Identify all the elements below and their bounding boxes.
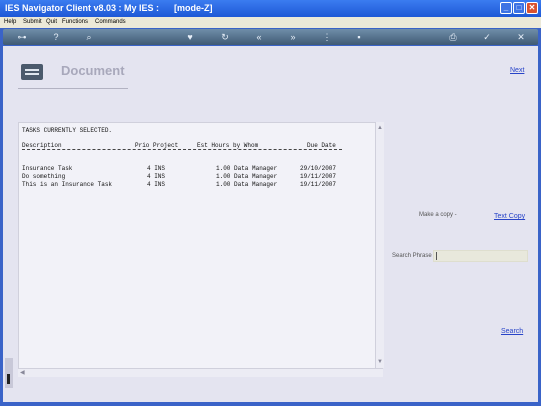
row-prio-project: 4 INS <box>147 181 166 188</box>
document-icon <box>21 64 43 80</box>
search-label: Search Phrase <box>392 253 432 259</box>
col-description: Description <box>22 142 62 149</box>
horizontal-scrollbar[interactable]: ◀ <box>18 368 383 377</box>
menu-commands[interactable]: Commands <box>95 19 126 25</box>
scroll-up-icon[interactable]: ▲ <box>376 124 384 132</box>
row-description: This is an Insurance Task <box>22 181 113 188</box>
maximize-button[interactable]: □ <box>513 2 525 14</box>
print-icon[interactable]: ⎙ <box>447 31 459 43</box>
row-hours-whom: 1.00 Data Manager <box>216 181 278 188</box>
copy-label: Make a copy - <box>419 212 457 218</box>
report-heading: TASKS CURRENTLY SELECTED. <box>22 127 113 134</box>
handle-grip-icon <box>7 374 10 384</box>
row-due-date: 19/11/2007 <box>300 173 337 180</box>
search-link[interactable]: Search <box>501 328 523 335</box>
back-icon[interactable]: « <box>253 31 265 43</box>
refresh-icon[interactable]: ↻ <box>219 31 231 43</box>
next-link[interactable]: Next <box>510 67 524 74</box>
vertical-scrollbar[interactable]: ▲ ▼ <box>375 122 384 368</box>
text-copy-link[interactable]: Text Copy <box>494 213 525 220</box>
help-icon[interactable]: ? <box>50 31 62 43</box>
title-divider <box>18 88 128 89</box>
close-icon[interactable]: ✕ <box>515 31 527 43</box>
toolbar: ⊶ ? ⌕ ♥ ↻ « » ⋮ ▪ ⎙ ✓ ✕ <box>3 29 538 45</box>
menu-quit[interactable]: Quit <box>46 19 57 25</box>
close-window-button[interactable]: ✕ <box>526 2 538 14</box>
report-panel: TASKS CURRENTLY SELECTED. Description Pr… <box>18 122 377 370</box>
title-bar: IES Navigator Client v8.03 : My IES : [m… <box>0 0 541 17</box>
col-due-date: Due Date <box>307 142 336 149</box>
scroll-down-icon[interactable]: ▼ <box>376 358 384 366</box>
key-icon[interactable]: ⊶ <box>11 31 33 43</box>
search-icon[interactable]: ⌕ <box>83 31 95 43</box>
window-title: IES Navigator Client v8.03 : My IES : [m… <box>5 3 213 13</box>
text-caret <box>436 252 437 260</box>
side-handle[interactable] <box>5 358 13 388</box>
row-hours-whom: 1.00 Data Manager <box>216 165 278 172</box>
heart-icon[interactable]: ♥ <box>184 31 196 43</box>
row-prio-project: 4 INS <box>147 165 166 172</box>
content-area: Document Next TASKS CURRENTLY SELECTED. … <box>3 46 538 402</box>
minimize-button[interactable]: _ <box>500 2 512 14</box>
save-icon[interactable]: ▪ <box>353 31 365 43</box>
row-prio-project: 4 INS <box>147 173 166 180</box>
row-due-date: 19/11/2007 <box>300 181 337 188</box>
ok-icon[interactable]: ✓ <box>481 31 493 43</box>
row-description: Insurance Task <box>22 165 73 172</box>
scroll-left-icon[interactable]: ◀ <box>20 369 25 377</box>
menu-functions[interactable]: Functions <box>62 19 88 25</box>
search-input[interactable] <box>433 250 528 262</box>
menu-submit[interactable]: Submit <box>23 19 42 25</box>
header-divider <box>22 149 342 150</box>
page-title: Document <box>61 63 125 78</box>
menu-help[interactable]: Help <box>4 19 16 25</box>
row-description: Do something <box>22 173 66 180</box>
row-due-date: 29/10/2007 <box>300 165 337 172</box>
row-hours-whom: 1.00 Data Manager <box>216 173 278 180</box>
col-hours-whom: Est Hours by Whom <box>197 142 259 149</box>
menu-bar: Help Submit Quit Functions Commands <box>0 17 541 28</box>
filter-icon[interactable]: ⋮ <box>321 31 333 43</box>
forward-icon[interactable]: » <box>287 31 299 43</box>
col-prio-project: Prio Project <box>135 142 179 149</box>
